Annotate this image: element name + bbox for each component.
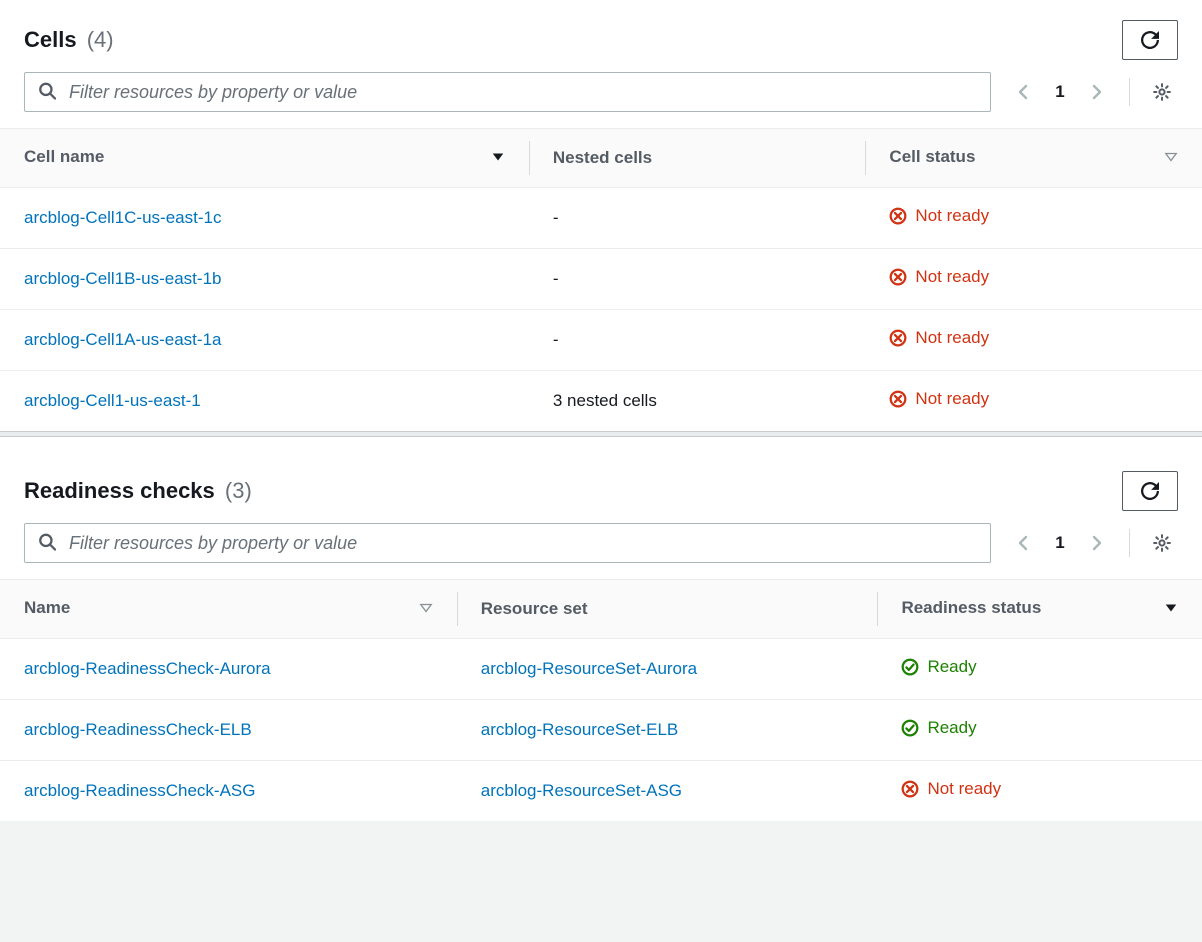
page-next-button[interactable]: [1081, 76, 1113, 108]
nested-cells-value: -: [553, 208, 559, 227]
chevron-right-icon: [1089, 535, 1105, 551]
table-row: arcblog-Cell1C-us-east-1c - Not ready: [0, 188, 1202, 249]
col-check-name[interactable]: Name: [0, 580, 457, 639]
checks-settings-button[interactable]: [1146, 527, 1178, 559]
cells-panel: Cells (4) 1: [0, 0, 1202, 431]
divider: [1129, 529, 1130, 557]
cells-title-text: Cells: [24, 27, 77, 52]
cell-status: Not ready: [889, 267, 989, 287]
checks-title: Readiness checks (3): [24, 478, 252, 504]
col-cell-status-label: Cell status: [889, 147, 975, 166]
gear-icon: [1153, 534, 1171, 552]
cells-refresh-button[interactable]: [1122, 20, 1178, 60]
resource-set-link[interactable]: arcblog-ResourceSet-Aurora: [481, 659, 697, 678]
chevron-left-icon: [1015, 84, 1031, 100]
x-circle-icon: [889, 329, 907, 347]
x-circle-icon: [889, 390, 907, 408]
checks-pager: 1: [1007, 527, 1113, 559]
checks-page-number: 1: [1053, 533, 1067, 553]
col-readiness-status-label: Readiness status: [901, 598, 1041, 617]
checks-count: (3): [225, 478, 252, 503]
gear-icon: [1153, 83, 1171, 101]
check-circle-icon: [901, 658, 919, 676]
checks-filter-wrap: [24, 523, 991, 563]
table-row: arcblog-ReadinessCheck-Aurora arcblog-Res…: [0, 639, 1202, 700]
col-nested-cells-label: Nested cells: [553, 148, 652, 167]
cell-status-label: Not ready: [915, 389, 989, 409]
readiness-status-label: Ready: [927, 718, 976, 738]
col-resource-set[interactable]: Resource set: [457, 580, 878, 639]
cell-status-label: Not ready: [915, 267, 989, 287]
readiness-status: Not ready: [901, 779, 1001, 799]
col-resource-set-label: Resource set: [481, 599, 588, 618]
cell-status: Not ready: [889, 206, 989, 226]
col-nested-cells[interactable]: Nested cells: [529, 129, 866, 188]
cell-status-label: Not ready: [915, 328, 989, 348]
cell-name-link[interactable]: arcblog-Cell1-us-east-1: [24, 391, 201, 410]
sort-icon: [1164, 149, 1178, 169]
cells-filter-input[interactable]: [24, 72, 991, 112]
resource-set-link[interactable]: arcblog-ResourceSet-ELB: [481, 720, 678, 739]
cells-pager: 1: [1007, 76, 1113, 108]
check-circle-icon: [901, 719, 919, 737]
cell-status: Not ready: [889, 328, 989, 348]
table-row: arcblog-ReadinessCheck-ELB arcblog-Resour…: [0, 700, 1202, 761]
chevron-right-icon: [1089, 84, 1105, 100]
table-row: arcblog-Cell1-us-east-1 3 nested cells Not…: [0, 371, 1202, 432]
nested-cells-value: 3 nested cells: [553, 391, 657, 410]
readiness-status: Ready: [901, 657, 976, 677]
checks-title-text: Readiness checks: [24, 478, 215, 503]
checks-refresh-button[interactable]: [1122, 471, 1178, 511]
col-cell-name-label: Cell name: [24, 147, 104, 166]
sort-desc-icon: [1164, 600, 1178, 620]
sort-desc-icon: [491, 149, 505, 169]
cells-title: Cells (4): [24, 27, 114, 53]
cells-filter-wrap: [24, 72, 991, 112]
x-circle-icon: [901, 780, 919, 798]
cell-name-link[interactable]: arcblog-Cell1B-us-east-1b: [24, 269, 221, 288]
divider: [1129, 78, 1130, 106]
col-readiness-status[interactable]: Readiness status: [877, 580, 1202, 639]
cells-table: Cell name Nested cells Cell status arcbl…: [0, 128, 1202, 431]
table-row: arcblog-Cell1A-us-east-1a - Not ready: [0, 310, 1202, 371]
check-name-link[interactable]: arcblog-ReadinessCheck-Aurora: [24, 659, 271, 678]
nested-cells-value: -: [553, 269, 559, 288]
col-check-name-label: Name: [24, 598, 70, 617]
cells-count: (4): [87, 27, 114, 52]
cell-name-link[interactable]: arcblog-Cell1C-us-east-1c: [24, 208, 221, 227]
page-prev-button[interactable]: [1007, 76, 1039, 108]
checks-table: Name Resource set Readiness status arcbl…: [0, 579, 1202, 821]
checks-panel: Readiness checks (3) 1: [0, 437, 1202, 821]
nested-cells-value: -: [553, 330, 559, 349]
cells-page-number: 1: [1053, 82, 1067, 102]
refresh-icon: [1141, 31, 1159, 49]
table-row: arcblog-ReadinessCheck-ASG arcblog-Resour…: [0, 761, 1202, 822]
table-row: arcblog-Cell1B-us-east-1b - Not ready: [0, 249, 1202, 310]
col-cell-status[interactable]: Cell status: [865, 129, 1202, 188]
page-next-button[interactable]: [1081, 527, 1113, 559]
refresh-icon: [1141, 482, 1159, 500]
x-circle-icon: [889, 268, 907, 286]
readiness-status-label: Ready: [927, 657, 976, 677]
check-name-link[interactable]: arcblog-ReadinessCheck-ASG: [24, 781, 256, 800]
check-name-link[interactable]: arcblog-ReadinessCheck-ELB: [24, 720, 252, 739]
chevron-left-icon: [1015, 535, 1031, 551]
page-prev-button[interactable]: [1007, 527, 1039, 559]
resource-set-link[interactable]: arcblog-ResourceSet-ASG: [481, 781, 682, 800]
checks-filter-input[interactable]: [24, 523, 991, 563]
readiness-status: Ready: [901, 718, 976, 738]
readiness-status-label: Not ready: [927, 779, 1001, 799]
x-circle-icon: [889, 207, 907, 225]
search-icon: [38, 82, 56, 103]
col-cell-name[interactable]: Cell name: [0, 129, 529, 188]
sort-icon: [419, 600, 433, 620]
cells-settings-button[interactable]: [1146, 76, 1178, 108]
cell-status: Not ready: [889, 389, 989, 409]
cell-status-label: Not ready: [915, 206, 989, 226]
cell-name-link[interactable]: arcblog-Cell1A-us-east-1a: [24, 330, 221, 349]
search-icon: [38, 533, 56, 554]
